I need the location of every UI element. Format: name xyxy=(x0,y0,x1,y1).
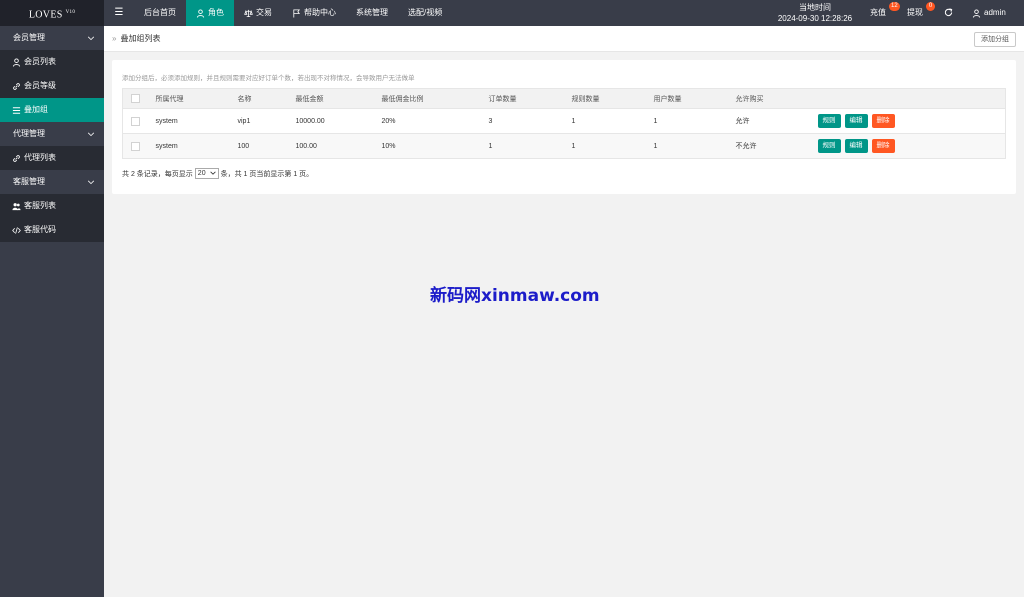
user-icon xyxy=(12,57,21,67)
withdraw-badge: 0 xyxy=(926,2,935,11)
chevron-down-icon xyxy=(209,170,216,178)
withdraw-button[interactable]: 提现 xyxy=(907,0,923,26)
delete-button[interactable]: 删除 xyxy=(871,114,895,128)
col-rule-count: 规则数量 xyxy=(563,88,646,109)
breadcrumb: » 叠加组列表 xyxy=(112,26,160,52)
double-chevron-icon: » xyxy=(112,34,117,43)
sidebar-item-member-list[interactable]: 会员列表 xyxy=(0,50,104,74)
nav-home[interactable]: 后台首页 xyxy=(134,0,186,26)
tip-text: 添加分组后，必须添加规则，并且规则需要对应好订单个数，若出现不对称情况，会导致用… xyxy=(122,75,415,82)
delete-button[interactable]: 删除 xyxy=(871,139,895,153)
col-user-count: 用户数量 xyxy=(645,88,728,109)
pagination: 共 2 条记录，每页显示 20 条，共 1 页当前显示第 1 页。 xyxy=(122,168,314,179)
recharge-badge: 12 xyxy=(889,2,900,11)
content-header: » 叠加组列表 添加分组 xyxy=(104,26,1024,52)
sidebar-item-agent-list[interactable]: 代理列表 xyxy=(0,146,104,170)
row-actions: 规则 编辑 删除 xyxy=(809,133,1006,159)
col-name: 名称 xyxy=(229,88,288,109)
page-size-select[interactable]: 20 xyxy=(194,168,219,179)
col-min-commission: 最低佣金比例 xyxy=(373,88,481,109)
nav-role[interactable]: 角色 xyxy=(186,0,234,26)
table-row: system 100 100.00 10% 1 1 1 不允许 规则 编辑 删除 xyxy=(122,133,1006,159)
nav-help[interactable]: 帮助中心 xyxy=(282,0,346,26)
code-icon xyxy=(12,226,21,235)
row-checkbox[interactable] xyxy=(122,133,148,159)
top-bar: LOVES V10 ☰ 后台首页 角色 交易 帮助中心 系统管理 选配/视频 当… xyxy=(0,0,1024,26)
admin-menu[interactable]: admin xyxy=(972,0,1006,26)
user-icon xyxy=(196,8,205,18)
list-icon xyxy=(12,106,21,115)
nav-media[interactable]: 选配/视频 xyxy=(398,0,452,26)
link-icon xyxy=(12,154,21,163)
table-header: 所属代理 名称 最低金额 最低佣金比例 订单数量 规则数量 用户数量 允许购买 xyxy=(122,88,1006,109)
app-logo: LOVES V10 xyxy=(0,0,104,26)
add-group-button[interactable]: 添加分组 xyxy=(974,32,1016,47)
sidebar-item-member-level[interactable]: 会员等级 xyxy=(0,74,104,98)
row-actions: 规则 编辑 删除 xyxy=(809,108,1006,134)
scale-icon xyxy=(244,9,253,18)
edit-button[interactable]: 编辑 xyxy=(844,114,868,128)
sidebar-item-stack-group[interactable]: 叠加组 xyxy=(0,98,104,122)
sidebar-item-service-code[interactable]: 客服代码 xyxy=(0,218,104,242)
watermark: 新码网xinmaw.com xyxy=(430,286,600,306)
group-table: 所属代理 名称 最低金额 最低佣金比例 订单数量 规则数量 用户数量 允许购买 … xyxy=(122,88,1006,159)
chevron-down-icon xyxy=(86,26,96,50)
rule-button[interactable]: 规则 xyxy=(817,114,841,128)
rule-button[interactable]: 规则 xyxy=(817,139,841,153)
link-icon xyxy=(12,82,21,91)
local-time: 当地时间 2024-09-30 12:28:26 xyxy=(777,3,853,23)
edit-button[interactable]: 编辑 xyxy=(844,139,868,153)
sidebar-item-service-list[interactable]: 客服列表 xyxy=(0,194,104,218)
user-icon xyxy=(972,8,981,18)
col-min-amount: 最低金额 xyxy=(287,88,374,109)
chevron-down-icon xyxy=(86,122,96,146)
chevron-down-icon xyxy=(86,170,96,194)
col-agent: 所属代理 xyxy=(147,88,230,109)
refresh-icon[interactable] xyxy=(943,0,953,26)
flag-icon xyxy=(292,8,301,18)
group-list-card: 添加分组后，必须添加规则，并且规则需要对应好订单个数，若出现不对称情况，会导致用… xyxy=(112,60,1016,194)
sidebar-group-agent[interactable]: 代理管理 xyxy=(0,122,104,146)
menu-toggle-icon[interactable]: ☰ xyxy=(104,0,134,26)
select-all-checkbox[interactable] xyxy=(122,88,148,109)
sidebar: 会员管理 会员列表 会员等级 叠加组 代理管理 代理列表 客服管理 客服列表 客… xyxy=(0,26,104,597)
users-icon xyxy=(12,202,21,211)
col-actions xyxy=(809,88,1006,109)
nav-system[interactable]: 系统管理 xyxy=(346,0,398,26)
sidebar-group-service[interactable]: 客服管理 xyxy=(0,170,104,194)
top-nav: 后台首页 角色 交易 帮助中心 系统管理 选配/视频 xyxy=(134,0,452,26)
col-order-count: 订单数量 xyxy=(480,88,564,109)
recharge-button[interactable]: 充值 xyxy=(870,0,886,26)
table-row: system vip1 10000.00 20% 3 1 1 允许 规则 编辑 删除 xyxy=(122,108,1006,134)
col-allow-buy: 允许购买 xyxy=(727,88,810,109)
sidebar-group-member[interactable]: 会员管理 xyxy=(0,26,104,50)
row-checkbox[interactable] xyxy=(122,108,148,134)
nav-trade[interactable]: 交易 xyxy=(234,0,282,26)
